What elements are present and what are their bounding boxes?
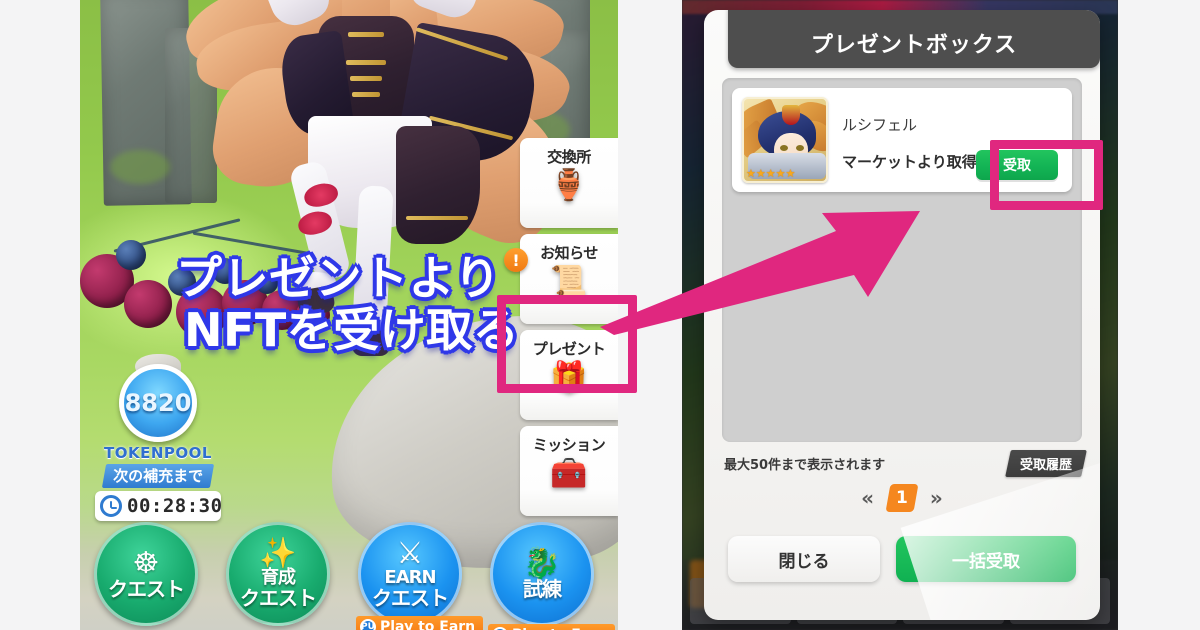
character-thumbnail[interactable]: ★★★★★ <box>742 97 828 183</box>
rarity-stars: ★★★★★ <box>746 167 796 180</box>
sidebar-item-label: お知らせ <box>540 244 598 262</box>
claim-all-button[interactable]: 一括受取 <box>896 536 1076 582</box>
sidebar-item-present[interactable]: プレゼント 🎁 <box>520 330 618 420</box>
nav-button-label: クエスト <box>372 585 449 610</box>
nav-button-label-top: 育成 <box>261 567 296 589</box>
nav-button-label: 試練 <box>523 576 562 601</box>
dragon-icon: 🐉 <box>523 545 561 581</box>
pagination-prev-icon[interactable]: « <box>861 486 874 510</box>
nav-button-label-top: EARN <box>384 567 436 589</box>
bottom-nav-bar: ☸ クエスト ✨ 育成 クエスト ⚔ EARN クエスト 🐉 試練 PU Pla… <box>80 512 618 630</box>
globe-icon: ☸ <box>132 545 160 581</box>
list-note-row: 最大50件まで表示されます 受取履歴 <box>724 450 1087 477</box>
play-to-earn-label: Play to Earn <box>380 619 476 630</box>
token-pool-refill-label: 次の補充まで <box>101 464 215 488</box>
left-game-screenshot: プレゼントより NFTを受け取る 交換所 🏺 ! お知らせ 📜 プレゼント 🎁 … <box>80 0 618 630</box>
pagination-current-page[interactable]: 1 <box>885 484 919 512</box>
receive-history-label: 受取履歴 <box>1019 458 1072 473</box>
nav-button-label: クエスト <box>240 585 317 610</box>
nav-button-earn-quest[interactable]: ⚔ EARN クエスト <box>358 522 462 626</box>
sword-shield-icon: ⚔ <box>396 536 424 572</box>
modal-footer: 閉じる 一括受取 <box>728 536 1076 582</box>
character-artwork <box>177 0 582 396</box>
pagination: « 1 » <box>704 484 1100 512</box>
pagination-next-icon[interactable]: » <box>930 486 943 510</box>
sparkle-creature-icon: ✨ <box>259 536 297 572</box>
modal-title: プレゼントボックス <box>728 10 1100 68</box>
money-pot-icon: 🏺 <box>550 168 588 203</box>
gift-item-name: ルシフェル <box>842 116 918 134</box>
moss-patch-icon <box>110 150 170 184</box>
nav-button-label: クエスト <box>108 576 185 601</box>
crown-icon <box>782 105 800 125</box>
gift-list: ★★★★★ ルシフェル マーケットより取得 受取 <box>722 78 1082 442</box>
play-to-earn-badge: PU Play to Earn <box>488 624 616 630</box>
side-menu: 交換所 🏺 ! お知らせ 📜 プレゼント 🎁 ミッション 🧰 <box>504 138 618 522</box>
play-to-earn-badge: PU Play to Earn <box>356 616 484 630</box>
nav-button-training-quest[interactable]: ✨ 育成 クエスト <box>226 522 330 626</box>
treasure-chest-icon: 🧰 <box>550 456 588 491</box>
max-items-note: 最大50件まで表示されます <box>724 458 886 473</box>
sidebar-item-exchange[interactable]: 交換所 🏺 <box>520 138 618 228</box>
present-box-modal: プレゼントボックス ★★★★★ ルシフェル マーケットより取得 受取 最大50件… <box>704 10 1100 620</box>
gift-icon: 🎁 <box>550 360 588 395</box>
pu-icon: PU <box>360 619 376 630</box>
receive-button[interactable]: 受取 <box>976 150 1058 180</box>
sidebar-item-mission[interactable]: ミッション 🧰 <box>520 426 618 516</box>
token-pool-amount: 8820 <box>119 364 197 442</box>
screenshot-page: プレゼントより NFTを受け取る 交換所 🏺 ! お知らせ 📜 プレゼント 🎁 … <box>0 0 1200 630</box>
nav-button-quest[interactable]: ☸ クエスト <box>94 522 198 626</box>
sidebar-item-label: プレゼント <box>532 340 606 358</box>
token-pool-widget[interactable]: 8820 TOKENPOOL 次の補充まで 00:28:30 <box>92 364 224 521</box>
token-pool-title: TOKENPOOL <box>104 444 212 462</box>
sidebar-item-label: ミッション <box>532 436 606 454</box>
scroll-icon: 📜 <box>550 264 588 299</box>
receive-history-button[interactable]: 受取履歴 <box>1005 450 1087 477</box>
right-dialog-screenshot: プレゼントボックス ★★★★★ ルシフェル マーケットより取得 受取 最大50件… <box>682 0 1118 630</box>
nav-button-trial[interactable]: 🐉 試練 <box>490 522 594 626</box>
list-item: ★★★★★ ルシフェル マーケットより取得 受取 <box>732 88 1072 192</box>
close-button[interactable]: 閉じる <box>728 536 880 582</box>
sidebar-item-label: 交換所 <box>547 148 591 166</box>
notification-badge: ! <box>504 248 528 272</box>
sidebar-item-news[interactable]: ! お知らせ 📜 <box>504 234 618 324</box>
